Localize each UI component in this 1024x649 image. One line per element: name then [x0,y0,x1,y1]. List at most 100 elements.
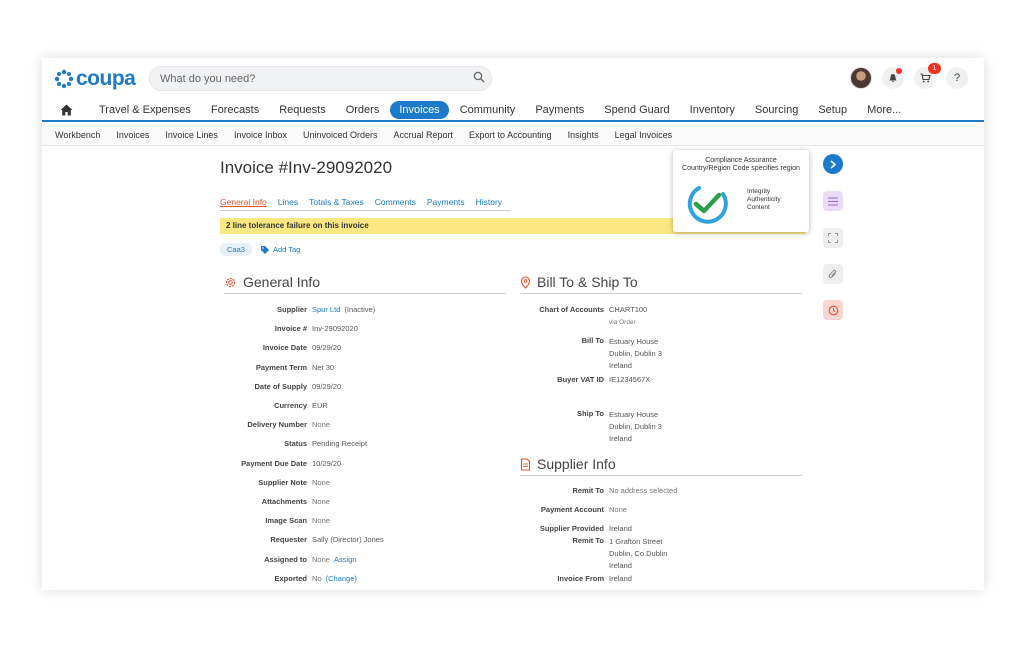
nav-community[interactable]: Community [451,101,525,119]
list-view-button[interactable] [823,191,843,211]
subnav-insights[interactable]: Insights [568,130,599,140]
subnav-workbench[interactable]: Workbench [55,130,100,140]
history-button[interactable] [823,300,843,320]
location-pin-icon [520,275,531,289]
nav-inventory[interactable]: Inventory [681,101,744,119]
nav-invoices[interactable]: Invoices [390,101,449,119]
chevron-right-icon [830,159,837,169]
page-title: Invoice #Inv-29092020 [220,158,393,177]
remit-to-row: Remit To No address selected [42,486,677,496]
tab-general-info[interactable]: General Info [220,197,267,207]
nav-setup[interactable]: Setup [809,101,856,119]
cart-button[interactable]: 1 [914,63,941,89]
expand-panel-button[interactable] [823,154,843,174]
add-tag-button[interactable]: Add Tag [260,245,300,255]
field-label: Supplier Provided [539,524,604,533]
invoice-from-row: Invoice From Ireland [42,574,632,584]
avatar[interactable] [850,67,872,89]
field-value: Estuary House Dublin, Dublin 3 Ireland [609,409,662,445]
top-bar: coupa 1 ? [42,58,984,98]
tab-totals-taxes[interactable]: Totals & Taxes [309,197,364,207]
tab-comments[interactable]: Comments [375,197,416,207]
nav-travel-expenses[interactable]: Travel & Expenses [90,101,200,119]
field-label: Chart of Accounts [539,305,604,314]
subnav-invoice-lines[interactable]: Invoice Lines [165,130,218,140]
field-value: 10/29/20 [312,458,342,468]
bill-ship-title: Bill To & Ship To [537,274,638,290]
list-icon [828,196,838,206]
supplier-provided-row: Supplier Provided Ireland [42,524,632,534]
document-icon [520,457,531,471]
bell-icon [889,74,897,83]
notifications-button[interactable] [882,67,904,89]
expand-icon [828,233,838,243]
field-payment-due-date: Payment Due Date 10/29/20 [42,459,341,469]
brand-name: coupa [76,67,136,90]
payment-account-row: Payment Account None [42,505,627,515]
compliance-item: Integrity [747,188,771,195]
search-icon[interactable] [473,71,485,83]
ship-to-row: Ship To Estuary House Dublin, Dublin 3 I… [42,409,662,445]
paperclip-icon [828,269,837,278]
invoice-tabs: General Info Lines Totals & Taxes Comments P… [220,197,510,211]
address-line: Dublin, Dublin 3 [609,422,662,431]
cart-badge: 1 [928,63,941,74]
fullscreen-button[interactable] [823,228,843,248]
nav-more[interactable]: More... [858,101,910,119]
address-line: Ireland [609,561,632,570]
tab-lines[interactable]: Lines [278,197,298,207]
compliance-item: Content [747,204,770,211]
address-line: Dublin, Co.Dublin [609,549,668,558]
nav-forecasts[interactable]: Forecasts [202,101,268,119]
remit-to-address-row: Remit To 1 Grafton Street Dublin, Co.Dub… [42,536,667,572]
nav-requests[interactable]: Requests [270,101,334,119]
tab-history[interactable]: History [476,197,502,207]
tab-payments[interactable]: Payments [427,197,465,207]
cart-icon [920,73,931,83]
bill-to-row: Bill To Estuary House Dublin, Dublin 3 I… [42,336,662,372]
address-line: Estuary House [609,410,659,419]
field-value: 1 Grafton Street Dublin, Co.Dublin Irela… [609,536,667,572]
subnav-accrual-report[interactable]: Accrual Report [394,130,454,140]
search-input[interactable] [149,66,492,91]
add-tag-label: Add Tag [272,245,301,254]
nav-orders[interactable]: Orders [337,101,389,119]
main-nav-items: Travel & Expenses Forecasts Requests Orders… [90,101,912,119]
field-value: IE1234567X [609,375,651,384]
bill-ship-heading: Bill To & Ship To [520,274,802,294]
tag-pill[interactable]: Caa3 [220,243,252,256]
buyer-vat-row: Buyer VAT ID IE1234567X [42,375,650,385]
nav-payments[interactable]: Payments [526,101,593,119]
compliance-popup: Compliance Assurance Country/Region Code… [673,150,809,232]
address-line: Ireland [609,434,632,443]
compliance-subtitle: Country/Region Code specifies region [682,165,800,172]
notification-dot [896,68,902,74]
field-value: CHART100 [609,305,648,314]
app-window: coupa 1 ? Travel & ExpensesForecastsRequ… [42,58,984,590]
tag-icon [260,245,269,254]
subnav-uninvoiced-orders[interactable]: Uninvoiced Orders [303,130,378,140]
field-label: Payment Due Date [241,458,307,468]
general-info-title: General Info [243,274,321,290]
sub-nav: Workbench Invoices Invoice Lines Invoice In… [42,124,984,146]
address-line: 1 Grafton Street [609,537,663,546]
field-value: Estuary House Dublin, Dublin 3 Ireland [609,336,662,372]
subnav-legal-invoices[interactable]: Legal Invoices [615,130,673,140]
help-button[interactable]: ? [946,67,968,89]
compliance-item: Authenticity [747,196,781,203]
subnav-invoices[interactable]: Invoices [116,130,149,140]
attachment-button[interactable] [823,264,843,284]
coupa-logo[interactable]: coupa [54,67,136,91]
subnav-export-to-accounting[interactable]: Export to Accounting [469,130,552,140]
subnav-invoice-inbox[interactable]: Invoice Inbox [234,130,287,140]
home-icon [60,104,72,116]
address-line: Ireland [609,361,632,370]
nav-spend-guard[interactable]: Spend Guard [595,101,678,119]
field-value: None [609,505,627,514]
home-button[interactable] [42,104,90,116]
coupa-logo-icon [54,69,74,89]
address-line: Estuary House [609,337,659,346]
field-label: Remit To [572,486,604,495]
nav-sourcing[interactable]: Sourcing [746,101,807,119]
clock-icon [828,305,838,315]
